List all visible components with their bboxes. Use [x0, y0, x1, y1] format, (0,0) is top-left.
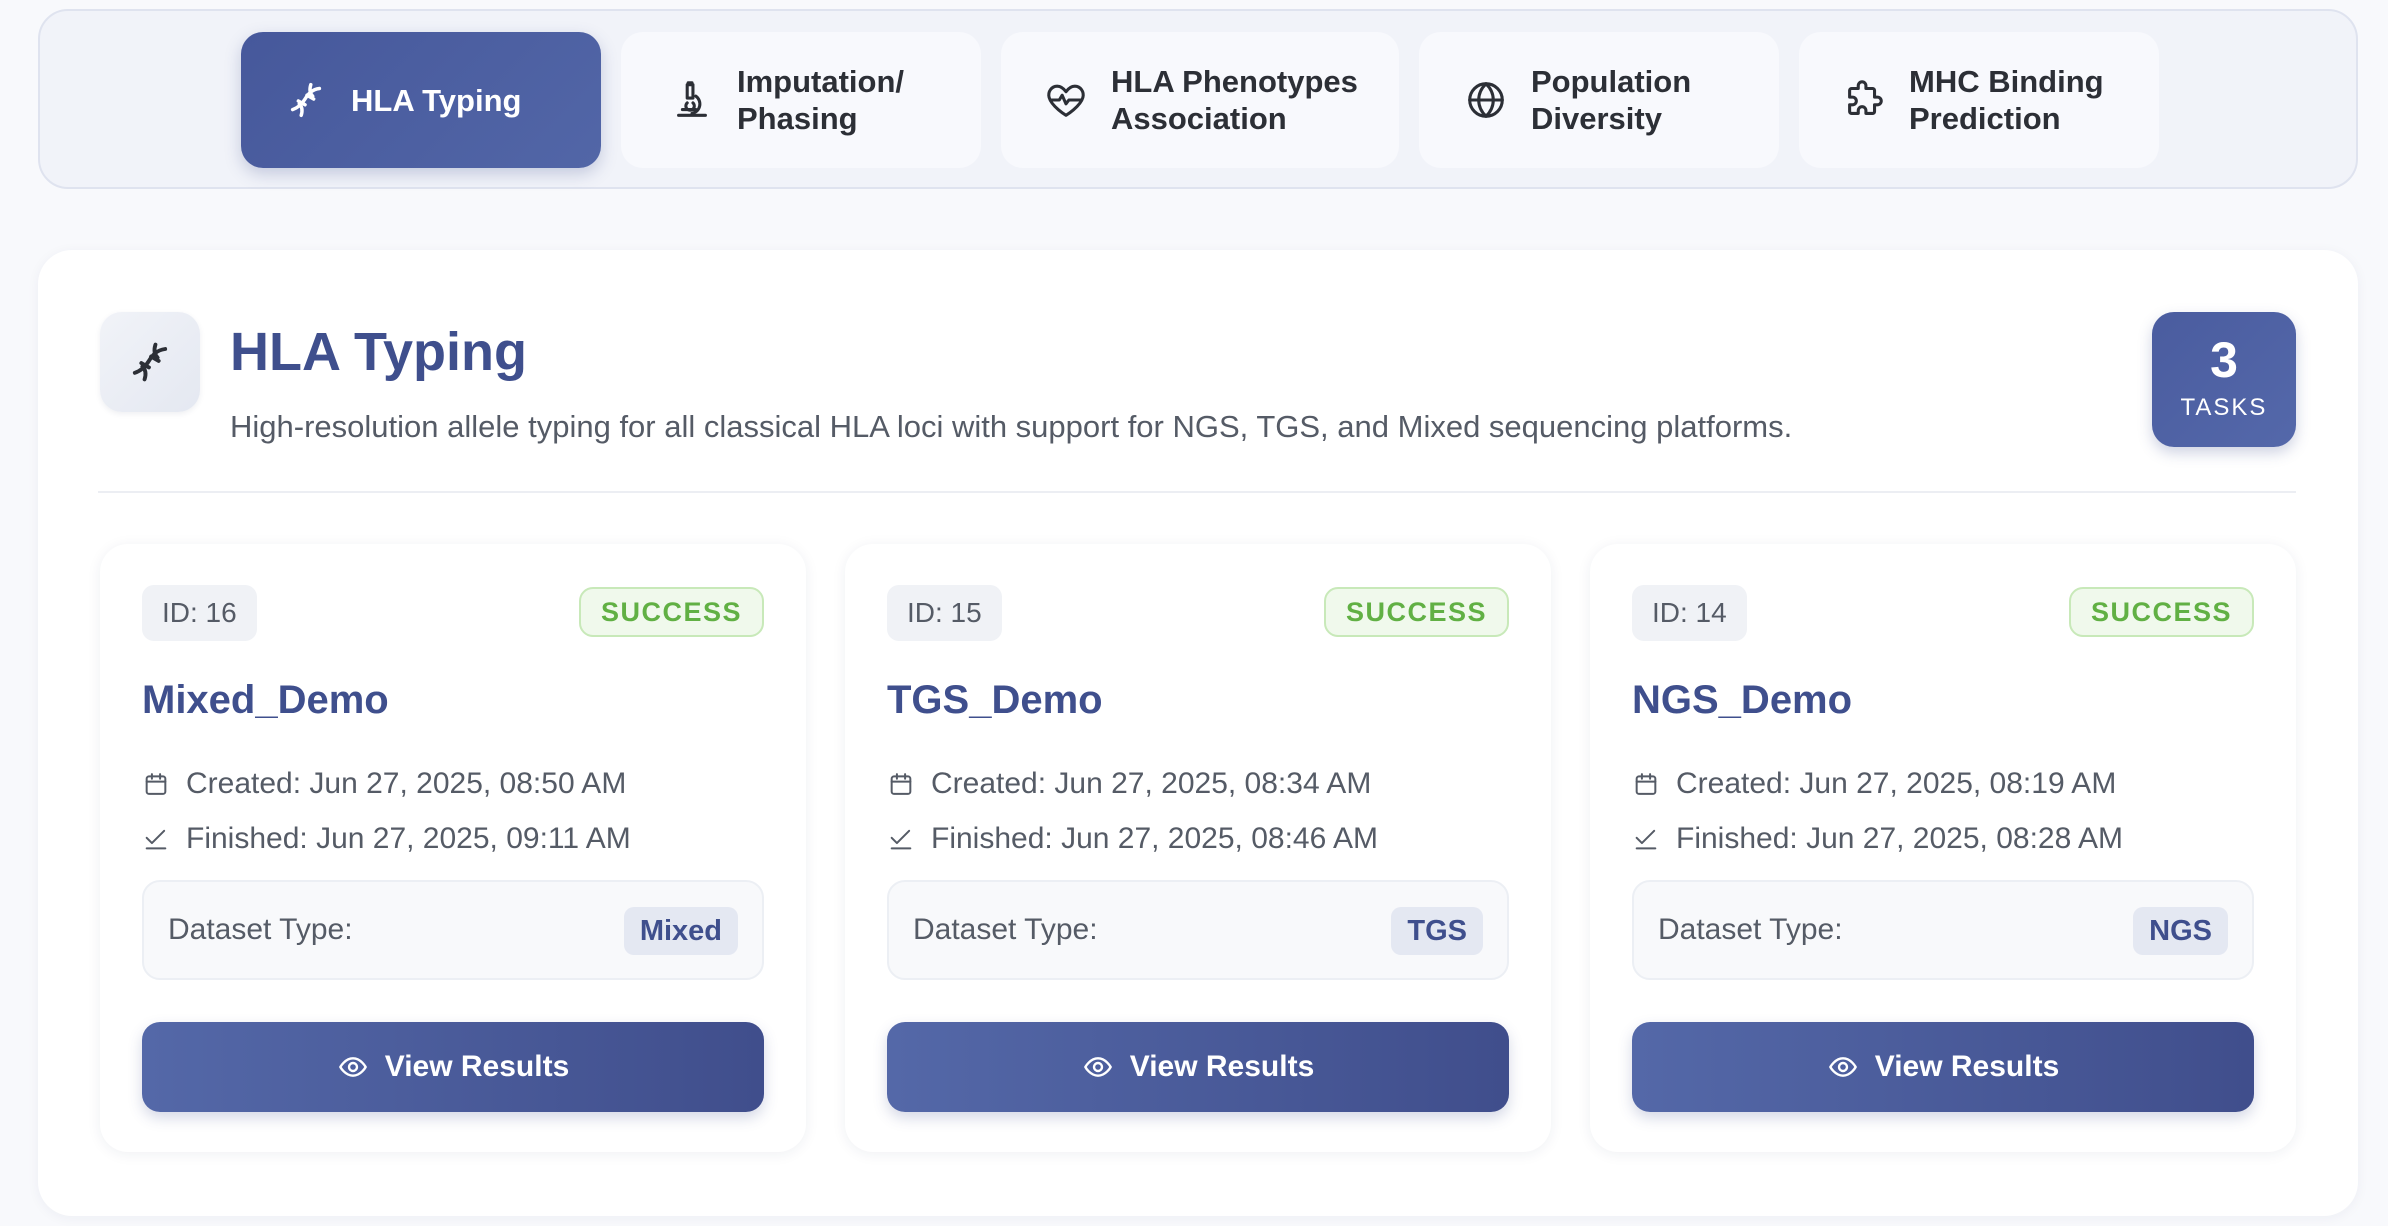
dataset-type-label: Dataset Type:: [1658, 913, 1843, 946]
task-count-badge: 3 TASKS: [2152, 312, 2296, 447]
task-id: ID: 16: [142, 585, 257, 641]
status-badge: SUCCESS: [1323, 587, 1509, 637]
check-icon: [142, 825, 170, 853]
finished-text: Finished: Jun 27, 2025, 08:28 AM: [1676, 822, 2123, 855]
dataset-type-chip: Mixed: [623, 907, 738, 955]
eye-icon: [337, 1051, 369, 1083]
created-text: Created: Jun 27, 2025, 08:34 AM: [931, 767, 1372, 800]
tab-label: Imputation/ Phasing: [737, 64, 905, 136]
view-results-label: View Results: [384, 1050, 570, 1083]
section-title: HLA Typing: [230, 322, 527, 382]
divider: [98, 491, 2296, 493]
view-results-label: View Results: [1129, 1050, 1315, 1083]
dna-icon: [100, 312, 200, 412]
task-name: NGS_Demo: [1632, 678, 1853, 722]
calendar-icon: [887, 770, 915, 798]
puzzle-icon: [1841, 77, 1887, 123]
microscope-icon: [669, 77, 715, 123]
eye-icon: [1827, 1051, 1859, 1083]
task-count: 3: [2210, 332, 2238, 388]
created-row: Created: Jun 27, 2025, 08:34 AM: [887, 764, 1371, 804]
tab-mhc-binding-prediction[interactable]: MHC Binding Prediction: [1799, 32, 2159, 168]
tab-imputation-phasing[interactable]: Imputation/ Phasing: [621, 32, 981, 168]
view-results-button[interactable]: View Results: [887, 1022, 1509, 1112]
dataset-type-row: Dataset Type: NGS: [1632, 880, 2254, 980]
section-description: High-resolution allele typing for all cl…: [230, 409, 1793, 444]
task-count-label: TASKS: [2180, 394, 2268, 421]
view-results-button[interactable]: View Results: [142, 1022, 764, 1112]
globe-icon: [1463, 77, 1509, 123]
calendar-icon: [142, 770, 170, 798]
dataset-type-label: Dataset Type:: [168, 913, 353, 946]
dataset-type-label: Dataset Type:: [913, 913, 1098, 946]
eye-icon: [1082, 1051, 1114, 1083]
calendar-icon: [1632, 770, 1660, 798]
tab-label: MHC Binding Prediction: [1909, 64, 2104, 136]
check-icon: [887, 825, 915, 853]
task-card: ID: 16 SUCCESS Mixed_Demo Created: Jun 2…: [100, 544, 806, 1152]
finished-text: Finished: Jun 27, 2025, 09:11 AM: [186, 822, 631, 855]
finished-row: Finished: Jun 27, 2025, 08:46 AM: [887, 819, 1378, 859]
dataset-type-row: Dataset Type: TGS: [887, 880, 1509, 980]
heart-pulse-icon: [1043, 77, 1089, 123]
tab-label: HLA Phenotypes Association: [1111, 64, 1358, 136]
page: HLA Typing Imputation/ Phasing HLA Pheno…: [0, 0, 2388, 1226]
task-name: TGS_Demo: [887, 678, 1103, 722]
task-id: ID: 14: [1632, 585, 1747, 641]
task-card: ID: 15 SUCCESS TGS_Demo Created: Jun 27,…: [845, 544, 1551, 1152]
view-results-label: View Results: [1874, 1050, 2060, 1083]
status-badge: SUCCESS: [578, 587, 764, 637]
task-name: Mixed_Demo: [142, 678, 389, 722]
dataset-type-row: Dataset Type: Mixed: [142, 880, 764, 980]
tab-hla-typing[interactable]: HLA Typing: [241, 32, 601, 168]
tab-population-diversity[interactable]: Population Diversity: [1419, 32, 1779, 168]
tab-label: HLA Typing: [351, 82, 522, 118]
dna-icon: [283, 77, 329, 123]
tab-label: Population Diversity: [1531, 64, 1692, 136]
dataset-type-chip: NGS: [2133, 907, 2228, 955]
created-text: Created: Jun 27, 2025, 08:19 AM: [1676, 767, 2117, 800]
created-row: Created: Jun 27, 2025, 08:19 AM: [1632, 764, 2116, 804]
dataset-type-chip: TGS: [1391, 907, 1483, 955]
created-row: Created: Jun 27, 2025, 08:50 AM: [142, 764, 626, 804]
task-card: ID: 14 SUCCESS NGS_Demo Created: Jun 27,…: [1590, 544, 2296, 1152]
module-tab-bar: HLA Typing Imputation/ Phasing HLA Pheno…: [38, 9, 2358, 189]
task-id: ID: 15: [887, 585, 1002, 641]
view-results-button[interactable]: View Results: [1632, 1022, 2254, 1112]
finished-row: Finished: Jun 27, 2025, 09:11 AM: [142, 819, 631, 859]
finished-text: Finished: Jun 27, 2025, 08:46 AM: [931, 822, 1378, 855]
created-text: Created: Jun 27, 2025, 08:50 AM: [186, 767, 627, 800]
hla-typing-panel: HLA Typing High-resolution allele typing…: [38, 250, 2358, 1216]
tab-hla-phenotypes-association[interactable]: HLA Phenotypes Association: [1001, 32, 1399, 168]
check-icon: [1632, 825, 1660, 853]
status-badge: SUCCESS: [2068, 587, 2254, 637]
finished-row: Finished: Jun 27, 2025, 08:28 AM: [1632, 819, 2123, 859]
